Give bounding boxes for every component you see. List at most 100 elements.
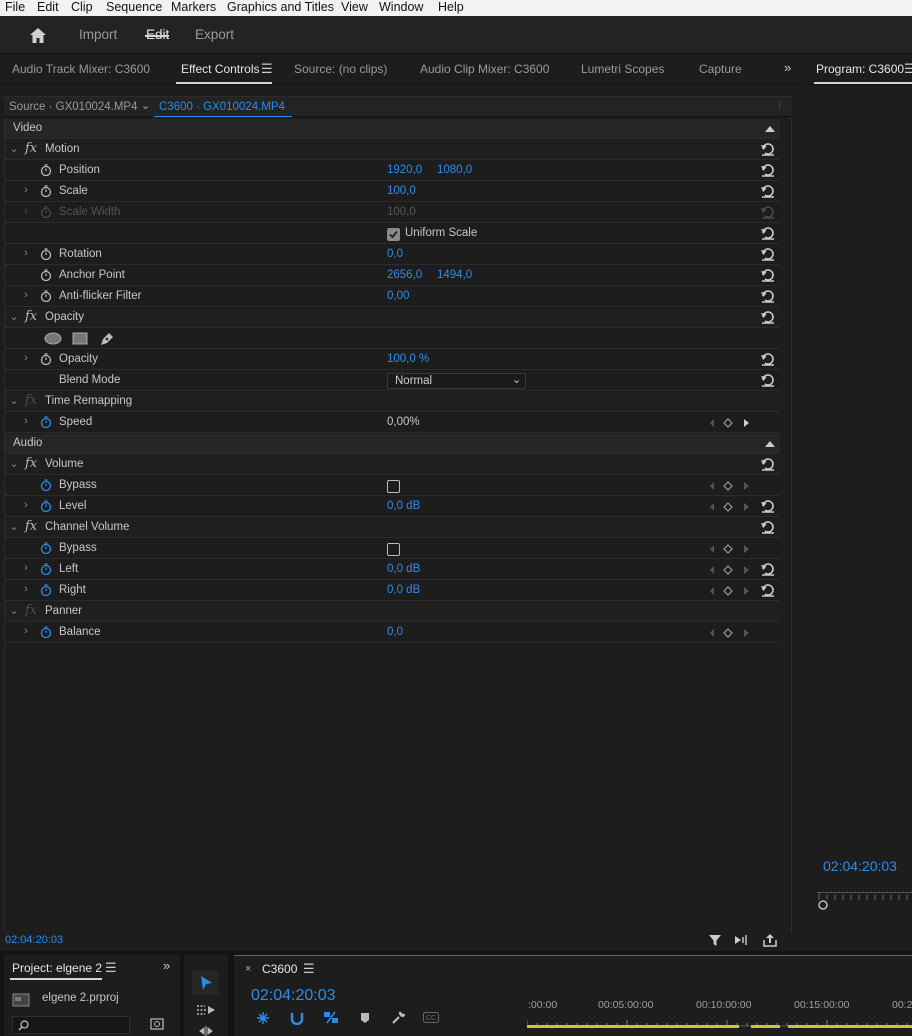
chevron-down-icon[interactable]: ⌄ [141,99,150,112]
menu-graphics[interactable]: Graphics and Titles [227,0,334,15]
keyframe-nav[interactable] [708,417,750,429]
stopwatch-icon[interactable] [40,185,52,197]
keyframe-nav[interactable] [708,585,750,597]
chevron-down-icon[interactable]: ⌄ [9,142,19,155]
nest-icon[interactable] [256,1011,270,1025]
new-bin-icon[interactable] [150,1018,164,1030]
stopwatch-icon[interactable] [40,500,52,512]
reset-icon[interactable] [760,184,776,199]
program-timecode[interactable]: 02:04:20:03 [823,858,897,874]
reset-icon[interactable] [760,373,776,388]
sequence-menu-icon[interactable]: ☰ [303,961,315,977]
tab-source[interactable]: Source: (no clips) [294,62,387,76]
sequence-clip-label[interactable]: C3600 · GX010024.MP4 [159,101,285,113]
reset-icon[interactable] [760,163,776,178]
anchor-x-value[interactable]: 2656,0 [387,269,422,281]
menu-markers[interactable]: Markers [171,0,216,15]
export-icon[interactable] [762,933,778,947]
stopwatch-icon[interactable] [40,416,52,428]
fx-icon[interactable]: fx [25,141,37,156]
captions-icon[interactable]: CC [423,1012,439,1023]
collapse-up-icon[interactable] [765,440,775,447]
chevron-down-icon[interactable]: ⌄ [9,604,19,617]
selection-tool[interactable] [192,971,218,995]
chevron-right-icon[interactable]: › [21,352,31,364]
chevron-down-icon[interactable]: ⌄ [9,310,19,323]
chevron-down-icon[interactable]: ⌄ [9,520,19,533]
source-clip-label[interactable]: Source · GX010024.MP4 [9,101,138,113]
left-value[interactable]: 0,0 dB [387,563,420,575]
collapse-up-icon[interactable] [765,125,775,132]
fx-icon[interactable]: fx [25,456,37,471]
workspace-export[interactable]: Export [195,27,234,42]
reset-icon[interactable] [760,583,776,598]
tab-lumetri-scopes[interactable]: Lumetri Scopes [581,62,664,76]
reset-icon[interactable] [760,142,776,157]
menu-file[interactable]: File [5,0,25,15]
balance-value[interactable]: 0,0 [387,626,403,638]
chevron-down-icon[interactable]: ⌄ [9,457,19,470]
tab-audio-track-mixer[interactable]: Audio Track Mixer: C3600 [12,62,150,76]
keyframe-nav[interactable] [708,564,750,576]
keyframe-nav[interactable] [708,480,750,492]
fx-icon[interactable]: fx [25,603,37,618]
fx-icon[interactable]: fx [25,393,37,408]
program-menu-icon[interactable]: ☰ [904,61,912,77]
menu-clip[interactable]: Clip [71,0,93,15]
wrench-icon[interactable] [391,1011,405,1025]
project-file-name[interactable]: elgene 2.prproj [42,992,119,1004]
panel-menu-icon[interactable]: ☰ [261,61,273,77]
position-y-value[interactable]: 1080,0 [437,164,472,176]
stopwatch-icon[interactable] [40,269,52,281]
ellipse-mask-icon[interactable] [44,332,62,345]
speed-value[interactable]: 0,00% [387,416,420,428]
blend-mode-select[interactable]: Normal ⌄ [387,373,526,389]
reset-icon[interactable] [760,499,776,514]
more-tabs-icon[interactable]: » [784,60,791,75]
reset-icon[interactable] [760,268,776,283]
work-area-bar[interactable] [788,1025,912,1028]
reset-icon[interactable] [760,247,776,262]
reset-icon[interactable] [760,562,776,577]
stopwatch-icon[interactable] [40,542,52,554]
stopwatch-icon[interactable] [40,479,52,491]
stopwatch-icon[interactable] [40,584,52,596]
pen-mask-icon[interactable] [99,331,115,347]
channel-bypass-checkbox[interactable] [387,543,400,556]
uniform-scale-checkbox[interactable] [387,228,400,241]
project-search-input[interactable] [12,1016,130,1034]
reset-icon[interactable] [760,520,776,535]
program-ruler[interactable] [817,886,912,912]
filter-icon[interactable] [708,933,722,947]
anchor-y-value[interactable]: 1494,0 [437,269,472,281]
menu-window[interactable]: Window [379,0,423,15]
reset-icon[interactable] [760,457,776,472]
rotation-value[interactable]: 0,0 [387,248,403,260]
chevron-right-icon[interactable]: › [21,583,31,595]
stopwatch-icon[interactable] [40,626,52,638]
work-area-bar[interactable] [527,1025,739,1028]
opacity-value[interactable]: 100,0 % [387,353,429,365]
chevron-right-icon[interactable]: › [21,625,31,637]
effect-controls-timecode[interactable]: 02:04:20:03 [5,934,63,946]
chevron-right-icon[interactable]: › [21,247,31,259]
fx-icon[interactable]: fx [25,519,37,534]
level-value[interactable]: 0,0 dB [387,500,420,512]
scale-value[interactable]: 100,0 [387,185,416,197]
linked-selection-icon[interactable] [323,1010,339,1025]
workspace-import[interactable]: Import [79,27,117,42]
work-area-bar[interactable] [751,1025,780,1028]
reset-icon[interactable] [760,226,776,241]
menu-help[interactable]: Help [438,0,464,15]
stopwatch-icon[interactable] [40,248,52,260]
project-menu-icon[interactable]: ☰ [105,960,117,976]
add-marker-icon[interactable] [360,1012,370,1024]
fx-icon[interactable]: fx [25,309,37,324]
track-select-icon[interactable] [195,1002,217,1018]
tab-program[interactable]: Program: C3600 [816,62,904,76]
menu-sequence[interactable]: Sequence [106,0,162,15]
timeline-timecode[interactable]: 02:04:20:03 [251,987,336,1005]
chevron-right-icon[interactable]: › [21,289,31,301]
menu-edit[interactable]: Edit [37,0,59,15]
tab-effect-controls[interactable]: Effect Controls [181,62,259,76]
